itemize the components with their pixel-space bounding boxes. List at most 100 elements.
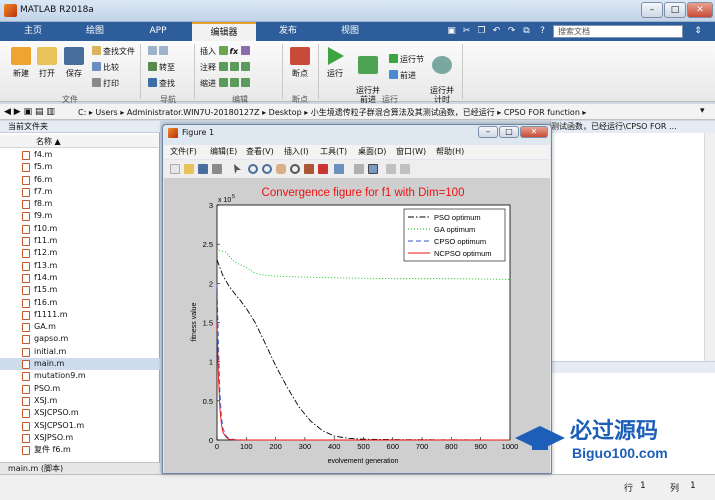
tab-home[interactable]: 主页 [4,22,62,41]
file-row[interactable]: 复件 f6.m [0,444,160,456]
figure-menu-file[interactable]: 文件(F) [170,147,197,157]
run-button[interactable]: 运行 [318,47,352,79]
save-figure-icon[interactable] [198,164,208,174]
file-row[interactable]: XSJPSO.m [0,432,160,444]
colorbar-icon[interactable] [354,164,364,174]
compare-button[interactable]: 比较 [92,62,119,73]
file-row[interactable]: f9.m [0,210,160,222]
indent-button[interactable]: 缩进 [200,78,252,89]
folder-browse-icon[interactable]: ▥ [46,107,55,117]
file-row[interactable]: f14.m [0,272,160,284]
insert-button[interactable]: 插入 fx [200,46,252,57]
switch-windows-icon[interactable]: ⧉ [520,25,533,38]
forward-icon[interactable]: ▶ [14,107,21,117]
file-row[interactable]: XSJCPSO1.m [0,420,160,432]
file-row[interactable]: f11.m [0,235,160,247]
tab-view[interactable]: 视图 [320,22,380,41]
goto-button[interactable]: 转至 [148,62,175,73]
maximize-button[interactable]: □ [664,2,686,18]
figure-menu-help[interactable]: 帮助(H) [436,147,464,157]
advance-button[interactable]: 前进 [389,70,416,81]
path-segment[interactable]: Desktop [269,108,302,117]
back-forward-buttons[interactable] [148,46,170,57]
open-file-icon[interactable] [184,164,194,174]
comment-button[interactable]: 注释 [200,62,252,73]
file-row[interactable]: f7.m [0,186,160,198]
link-plot-icon[interactable] [334,164,344,174]
new-figure-icon[interactable] [170,164,180,174]
path-segment[interactable]: CPSO FOR function [504,108,580,117]
file-row[interactable]: GA.m [0,321,160,333]
file-row[interactable]: f1111.m [0,309,160,321]
path-segment[interactable]: Users [95,108,117,117]
file-row[interactable]: gapso.m [0,333,160,345]
name-column-header[interactable]: 名称 ▲ [0,135,158,148]
path-segment[interactable]: Administrator.WIN7U-20180127Z [127,108,260,117]
undo-icon[interactable]: ↶ [490,25,503,38]
run-and-time-button[interactable]: 运行并 计时 [425,47,459,104]
show-tools-icon[interactable] [400,164,410,174]
copy-icon[interactable]: ❐ [475,25,488,38]
find-files-button[interactable]: 查找文件 [92,46,135,57]
file-row[interactable]: PSO.m [0,383,160,395]
tab-publish[interactable]: 发布 [258,22,318,41]
data-cursor-icon[interactable] [304,164,314,174]
figure-menu-edit[interactable]: 编辑(E) [210,147,237,157]
print-figure-icon[interactable] [212,164,222,174]
find-button[interactable]: 查找 [148,78,175,89]
save-button[interactable]: 保存 [57,47,91,79]
figure-close-button[interactable]: ✕ [520,126,548,138]
file-row[interactable]: XSJCPSO.m [0,407,160,419]
figure-menu-insert[interactable]: 插入(I) [284,147,309,157]
file-row[interactable]: f4.m [0,149,160,161]
file-row[interactable]: mutation9.m [0,370,160,382]
browse-folder-icon[interactable]: ▣ [24,107,33,117]
save-quick-icon[interactable]: ▣ [445,25,458,38]
file-row[interactable]: f6.m [0,174,160,186]
figure-menu-window[interactable]: 窗口(W) [396,147,426,157]
figure-menu-tools[interactable]: 工具(T) [320,147,347,157]
pan-icon[interactable] [276,164,286,174]
tab-plots[interactable]: 绘图 [64,22,126,41]
figure-menu-desktop[interactable]: 桌面(D) [358,147,386,157]
file-row[interactable]: f16.m [0,297,160,309]
redo-icon[interactable]: ↷ [505,25,518,38]
file-row[interactable]: f15.m [0,284,160,296]
back-icon[interactable]: ◀ [4,107,11,117]
search-input[interactable]: 搜索文档 [553,25,683,38]
file-row[interactable]: main.m [0,358,160,371]
figure-menu-view[interactable]: 查看(V) [246,147,274,157]
figure-minimize-button[interactable]: – [478,126,498,138]
cut-icon[interactable]: ✂ [460,25,473,38]
tab-apps[interactable]: APP [128,22,188,41]
path-segment[interactable]: C: [78,108,86,117]
file-row[interactable]: f10.m [0,223,160,235]
minimize-button[interactable]: – [641,2,663,18]
file-row[interactable]: initial.m [0,346,160,358]
zoom-in-icon[interactable] [248,164,258,174]
path-dropdown-icon[interactable]: ▾ [700,106,705,116]
file-row[interactable]: f5.m [0,161,160,173]
print-button[interactable]: 打印 [92,78,119,89]
nav-arrows[interactable]: ◀ ▶ ▣ ▤ ▥ [4,107,55,118]
legend[interactable]: PSO optimum GA optimum CPSO optimum NCPSO o… [403,208,506,262]
zoom-out-icon[interactable] [262,164,272,174]
run-section-button[interactable]: 运行节 [389,54,424,65]
brush-icon[interactable] [318,164,328,174]
expand-icon[interactable]: ⇕ [688,25,708,38]
up-folder-icon[interactable]: ▤ [35,107,44,117]
file-row[interactable]: f12.m [0,247,160,259]
rotate-icon[interactable] [290,164,300,174]
address-path[interactable]: C: ▸ Users ▸ Administrator.WIN7U-2018012… [78,106,586,119]
help-icon[interactable]: ? [536,25,549,38]
file-row[interactable]: f8.m [0,198,160,210]
file-row[interactable]: XSJ.m [0,395,160,407]
figure-maximize-button[interactable]: □ [499,126,519,138]
tab-editor[interactable]: 编辑器 [192,22,256,42]
path-segment[interactable]: 小生境遗传粒子群混合算法及其测试函数，已经运行 [311,108,495,117]
close-button[interactable]: ✕ [687,2,713,18]
breakpoints-button[interactable]: 断点 [283,47,317,79]
legend-icon[interactable] [368,164,378,174]
file-row[interactable]: f13.m [0,260,160,272]
hide-tools-icon[interactable] [386,164,396,174]
